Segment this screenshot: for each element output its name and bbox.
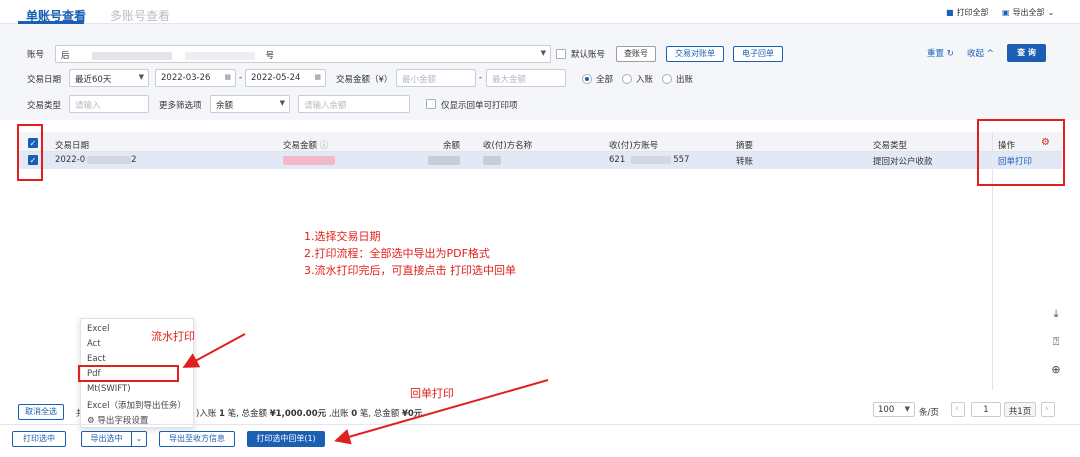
annotation-arrows [182, 333, 549, 445]
annotation-flow-print: 流水打印 [151, 330, 195, 343]
annotation-receipt-print: 回单打印 [410, 387, 454, 400]
